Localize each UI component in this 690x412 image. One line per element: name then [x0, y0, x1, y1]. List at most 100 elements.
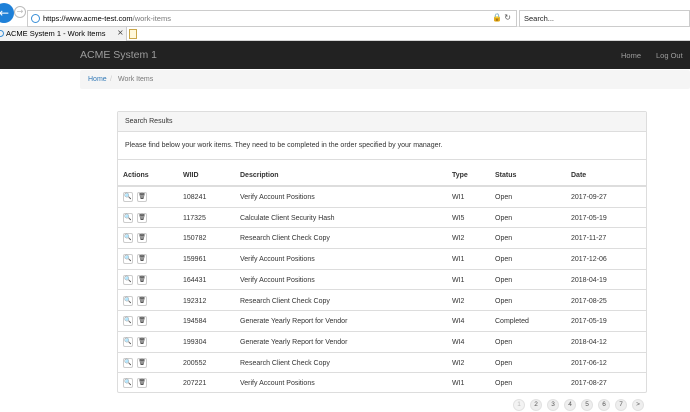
- table-row: 🔍 🗑 164431 Verify Account Positions WI1 …: [118, 270, 646, 291]
- view-search-icon[interactable]: 🔍: [123, 357, 133, 368]
- header-description[interactable]: Description: [240, 172, 279, 179]
- cell-wiid: 159961: [183, 256, 207, 264]
- table-row: 🔍 🗑 108241 Verify Account Positions WI1 …: [118, 187, 646, 208]
- cell-date: 2017-11-27: [571, 235, 607, 243]
- site-favicon-icon: [31, 14, 40, 23]
- forward-arrow-icon[interactable]: →: [14, 6, 26, 18]
- header-wiid[interactable]: WIID: [183, 172, 199, 179]
- nav-home-link[interactable]: Home: [621, 51, 641, 60]
- header-date[interactable]: Date: [571, 172, 586, 179]
- table-row: 🔍 🗑 150782 Research Client Check Copy WI…: [118, 228, 646, 250]
- cell-wiid: 207221: [183, 380, 207, 388]
- next-page-button[interactable]: >: [632, 399, 644, 411]
- nav-logout-link[interactable]: Log Out: [656, 51, 683, 60]
- cell-wiid: 192312: [183, 297, 207, 305]
- tab-favicon-icon: [0, 30, 4, 37]
- delete-trash-icon[interactable]: 🗑: [137, 274, 147, 285]
- table-row: 🔍 🗑 199304 Generate Yearly Report for Ve…: [118, 332, 646, 353]
- cell-type: WI1: [452, 380, 465, 388]
- url-input[interactable]: https://www.acme-test.com/work-items 🔒↻: [27, 10, 517, 27]
- browser-address-bar-row: ← → https://www.acme-test.com/work-items…: [0, 0, 690, 27]
- page-6-button[interactable]: 6: [598, 399, 610, 411]
- cell-wiid: 117325: [183, 214, 206, 222]
- view-search-icon[interactable]: 🔍: [123, 336, 133, 347]
- cell-description: Calculate Client Security Hash: [240, 214, 335, 222]
- view-search-icon[interactable]: 🔍: [123, 254, 133, 265]
- page-5-button[interactable]: 5: [581, 399, 593, 411]
- delete-trash-icon[interactable]: 🗑: [137, 336, 147, 347]
- delete-trash-icon[interactable]: 🗑: [137, 295, 147, 306]
- delete-trash-icon[interactable]: 🗑: [137, 316, 147, 327]
- cell-wiid: 108241: [183, 194, 207, 201]
- cell-date: 2017-12-06: [571, 256, 607, 264]
- browser-search-input[interactable]: Search...: [519, 10, 690, 27]
- tab-close-icon[interactable]: ×: [117, 28, 124, 37]
- view-search-icon[interactable]: 🔍: [123, 295, 133, 306]
- cell-type: WI4: [452, 318, 465, 326]
- lock-icon[interactable]: 🔒: [492, 13, 504, 22]
- cell-date: 2017-08-25: [571, 297, 607, 305]
- search-placeholder: Search...: [524, 14, 555, 23]
- cell-description: Verify Account Positions: [240, 256, 315, 264]
- refresh-icon[interactable]: ↻: [504, 13, 513, 22]
- page-1-button[interactable]: 1: [513, 399, 525, 411]
- cell-type: WI5: [452, 214, 465, 222]
- cell-status: Open: [495, 338, 513, 346]
- tab-title: ACME System 1 - Work Items: [6, 29, 106, 38]
- cell-date: 2017-09-27: [571, 194, 607, 201]
- header-status[interactable]: Status: [495, 172, 516, 179]
- delete-trash-icon[interactable]: 🗑: [137, 378, 147, 389]
- page-7-button[interactable]: 7: [615, 399, 627, 411]
- cell-type: WI1: [452, 194, 465, 201]
- table-row: 🔍 🗑 207221 Verify Account Positions WI1 …: [118, 373, 646, 394]
- view-search-icon[interactable]: 🔍: [123, 233, 133, 244]
- breadcrumb-current: Work Items: [118, 76, 154, 83]
- cell-date: 2017-05-19: [571, 318, 607, 326]
- delete-trash-icon[interactable]: 🗑: [137, 254, 147, 265]
- divider: [118, 159, 646, 160]
- cell-description: Verify Account Positions: [240, 276, 315, 284]
- cell-description: Verify Account Positions: [240, 194, 315, 201]
- header-type[interactable]: Type: [452, 172, 468, 179]
- url-host: https://www.acme-test.com: [43, 14, 133, 23]
- cell-description: Research Client Check Copy: [240, 235, 330, 243]
- cell-status: Open: [495, 276, 513, 284]
- delete-trash-icon[interactable]: 🗑: [137, 233, 147, 244]
- cell-status: Open: [495, 297, 513, 305]
- browser-tab[interactable]: ACME System 1 - Work Items ×: [0, 27, 127, 41]
- cell-type: WI2: [452, 235, 465, 243]
- cell-wiid: 199304: [183, 338, 207, 346]
- breadcrumb-home-link[interactable]: Home: [88, 76, 107, 83]
- back-arrow-icon[interactable]: ←: [0, 3, 14, 23]
- breadcrumb-separator: /: [110, 76, 112, 83]
- view-search-icon[interactable]: 🔍: [123, 212, 133, 223]
- cell-type: WI4: [452, 338, 465, 346]
- cell-status: Open: [495, 359, 513, 367]
- view-search-icon[interactable]: 🔍: [123, 192, 133, 202]
- page-3-button[interactable]: 3: [547, 399, 559, 411]
- table-row: 🔍 🗑 159961 Verify Account Positions WI1 …: [118, 249, 646, 270]
- cell-status: Open: [495, 214, 513, 222]
- cell-type: WI1: [452, 276, 465, 284]
- brand-logo[interactable]: ACME System 1: [80, 49, 157, 61]
- cell-status: Open: [495, 256, 513, 264]
- view-search-icon[interactable]: 🔍: [123, 378, 133, 389]
- view-search-icon[interactable]: 🔍: [123, 274, 133, 285]
- delete-trash-icon[interactable]: 🗑: [137, 192, 147, 202]
- cell-type: WI1: [452, 256, 465, 264]
- cell-wiid: 150782: [183, 235, 207, 243]
- breadcrumb: Home / Work Items: [80, 70, 690, 89]
- cell-date: 2017-08-27: [571, 380, 607, 388]
- page-2-button[interactable]: 2: [530, 399, 542, 411]
- delete-trash-icon[interactable]: 🗑: [137, 212, 147, 223]
- url-text: https://www.acme-test.com/work-items: [43, 14, 171, 23]
- table-row: 🔍 🗑 117325 Calculate Client Security Has…: [118, 208, 646, 229]
- delete-trash-icon[interactable]: 🗑: [137, 357, 147, 368]
- new-tab-icon[interactable]: [129, 29, 137, 39]
- cell-date: 2017-05-19: [571, 214, 607, 222]
- search-results-panel: Search Results Please find below your wo…: [117, 111, 647, 393]
- url-path: /work-items: [132, 14, 171, 23]
- page-4-button[interactable]: 4: [564, 399, 576, 411]
- view-search-icon[interactable]: 🔍: [123, 316, 133, 327]
- cell-status: Open: [495, 235, 513, 243]
